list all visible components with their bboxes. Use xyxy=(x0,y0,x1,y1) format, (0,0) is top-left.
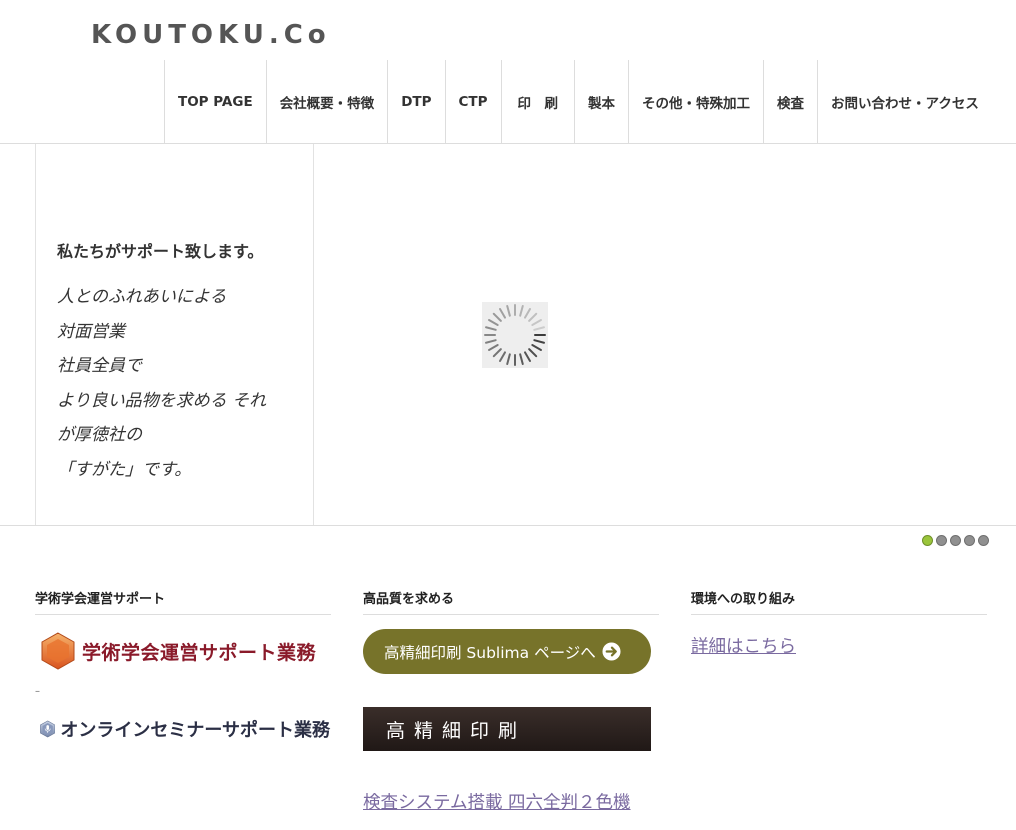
dash-mark: – xyxy=(35,686,40,697)
hero-line: 社員全員で xyxy=(57,356,142,376)
slider-dot[interactable] xyxy=(936,535,947,546)
hero-title: 私たちがサポート致します。 xyxy=(57,242,264,261)
hero-line: 人とのふれあいによる xyxy=(57,287,227,307)
sublima-page-button[interactable]: 高精細印刷 Sublima ページへ xyxy=(363,629,651,674)
academic-support-banner[interactable]: 学術学会運営サポート業務 xyxy=(40,630,330,672)
online-seminar-banner-label: オンラインセミナーサポート業務 xyxy=(60,720,330,741)
loading-spinner-icon xyxy=(482,302,548,368)
nav-item-contact-access[interactable]: お問い合わせ・アクセス xyxy=(818,60,992,143)
online-seminar-banner[interactable]: オンラインセミナーサポート業務 xyxy=(40,708,330,750)
nav-item-dtp[interactable]: DTP xyxy=(388,60,446,143)
nav-item-ctp[interactable]: CTP xyxy=(446,60,502,143)
hero-divider xyxy=(0,525,1016,526)
hero-line: 「すがた」です。 xyxy=(57,459,192,480)
slider-pagination xyxy=(922,535,989,546)
hero-line: より良い品物を求める それ xyxy=(57,390,267,411)
inspection-system-press-link[interactable]: 検査システム搭載 四六全判２色機 xyxy=(363,789,631,814)
slider-dot[interactable] xyxy=(922,535,933,546)
hexagon-icon xyxy=(41,632,75,670)
slider-dot[interactable] xyxy=(950,535,961,546)
site-logo[interactable]: KOUTOKU.Co xyxy=(91,20,331,50)
nav-item-inspection[interactable]: 検査 xyxy=(764,60,819,143)
section-title: 環境への取り組み xyxy=(691,588,987,615)
slider-dot[interactable] xyxy=(964,535,975,546)
main-nav: TOP PAGE 会社概要・特徴 DTP CTP 印 刷 製本 その他・特殊加工… xyxy=(164,60,992,143)
nav-item-company[interactable]: 会社概要・特徴 xyxy=(267,60,389,143)
nav-item-top-page[interactable]: TOP PAGE xyxy=(165,60,267,143)
hero-line: が厚徳社の xyxy=(57,425,142,445)
nav-item-printing[interactable]: 印 刷 xyxy=(502,60,576,143)
nav-item-binding[interactable]: 製本 xyxy=(575,60,630,143)
hero-line: 対面営業 xyxy=(57,321,125,342)
section-title: 高品質を求める xyxy=(363,588,659,615)
microphone-hexagon-icon xyxy=(40,720,56,738)
section-title: 学術学会運営サポート xyxy=(35,588,331,615)
slider-dot[interactable] xyxy=(978,535,989,546)
section-environment: 環境への取り組み 詳細はこちら xyxy=(691,588,987,657)
hero-slider: 私たちがサポート致します。 人とのふれあいによる 対面営業 社員全員で より良い… xyxy=(0,144,1016,525)
high-definition-printing-banner[interactable]: 高精細印刷 xyxy=(363,707,651,751)
arrow-circle-icon xyxy=(602,642,621,661)
section-high-quality: 高品質を求める 高精細印刷 Sublima ページへ 高精細印刷 検査システム搭… xyxy=(363,588,659,813)
section-academic-support: 学術学会運営サポート 学術学会運営サポート業務 – オンラインセミナーサポート業… xyxy=(35,588,331,741)
environment-details-link[interactable]: 詳細はこちら xyxy=(691,633,796,658)
nav-item-special-processing[interactable]: その他・特殊加工 xyxy=(629,60,765,143)
academic-support-banner-label: 学術学会運営サポート業務 xyxy=(82,641,317,664)
hero-body: 人とのふれあいによる 対面営業 社員全員で より良い品物を求める それ が厚徳社… xyxy=(57,280,297,487)
sublima-page-button-label: 高精細印刷 Sublima ページへ xyxy=(384,643,596,662)
hero-text-panel: 私たちがサポート致します。 人とのふれあいによる 対面営業 社員全員で より良い… xyxy=(35,144,314,525)
